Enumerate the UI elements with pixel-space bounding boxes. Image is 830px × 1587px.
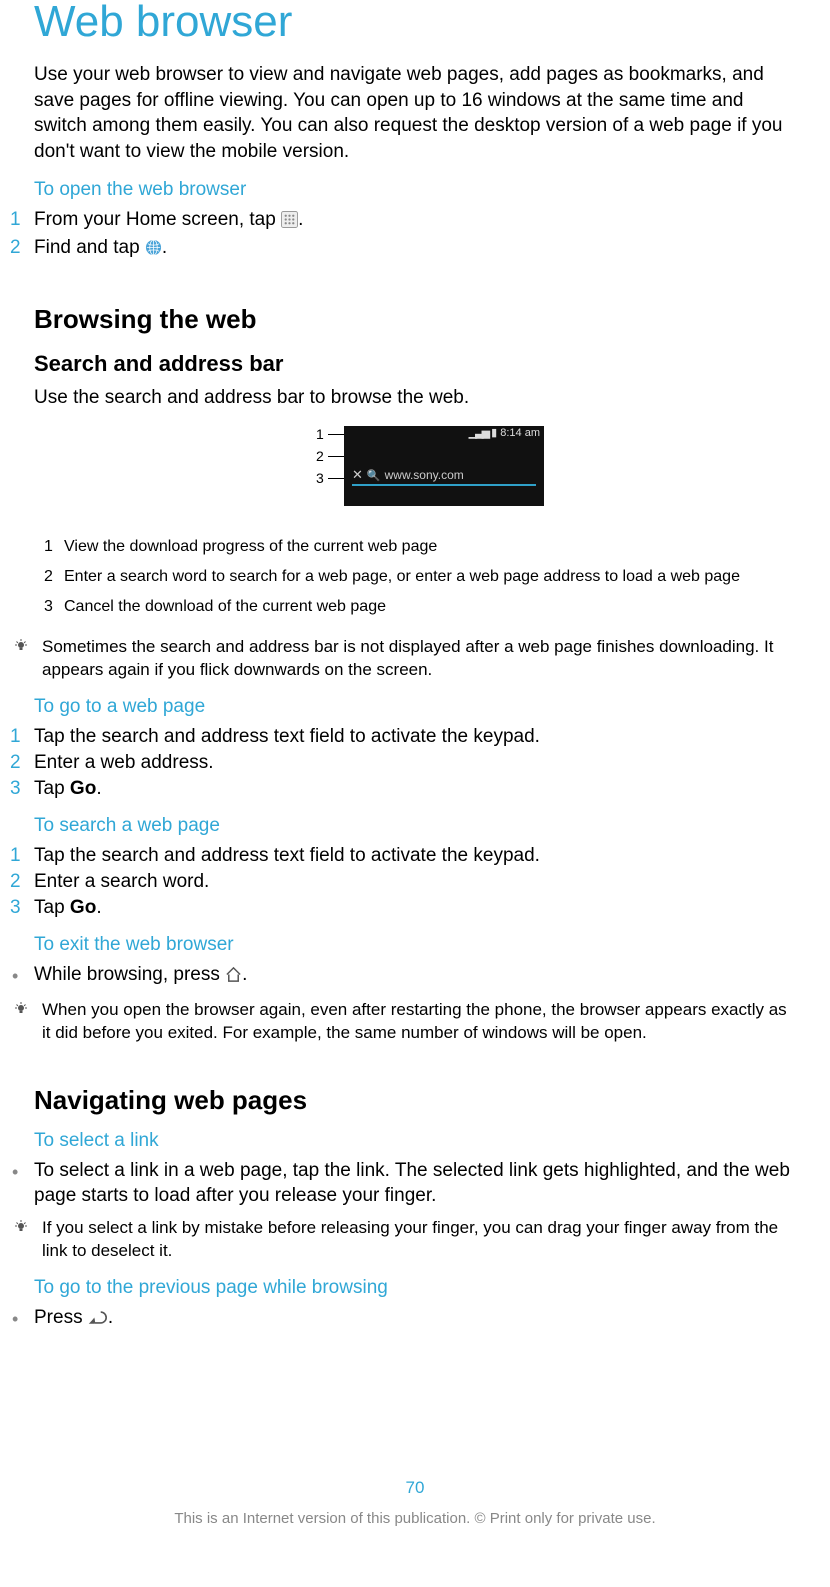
ref-num: 2 [44,568,64,586]
step-number: 1 [10,207,21,233]
address-bar-diagram: 1 2 3 ▁▃▅ ▮ 8:14 am ✕ 🔍 www.sony.com [286,426,544,510]
table-row: 3 Cancel the download of the current web… [44,598,740,616]
go-to-page-heading: To go to a web page [34,696,796,718]
exit-browser-heading: To exit the web browser [34,934,796,956]
tip: Sometimes the search and address bar is … [12,636,796,682]
navigating-heading: Navigating web pages [34,1085,796,1116]
list-item: • To select a link in a web page, tap th… [34,1158,796,1209]
step-text: Find and tap [34,237,145,258]
table-row: 1 View the download progress of the curr… [44,538,740,556]
list-item: 1Tap the search and address text field t… [34,843,796,869]
cancel-load-icon: ✕ [352,467,363,483]
list-item: 1Tap the search and address text field t… [34,724,796,750]
table-row: 2 Enter a search word to search for a we… [44,568,740,586]
search-page-heading: To search a web page [34,815,796,837]
list-item: • Press . [34,1305,796,1334]
lightbulb-icon [12,999,30,1045]
list-item: 2Enter a web address. [34,750,796,776]
search-icon: 🔍 [367,469,381,482]
footer: 70 This is an Internet version of this p… [0,1478,830,1527]
ref-text: Enter a search word to search for a web … [64,568,740,586]
list-item: 2 Find and tap . [34,235,796,264]
reference-table: 1 View the download progress of the curr… [44,526,740,628]
ref-text: Cancel the download of the current web p… [64,598,740,616]
address-text: www.sony.com [385,468,464,482]
tip: When you open the browser again, even af… [12,999,796,1045]
battery-icon: ▮ [491,427,497,439]
ref-num: 3 [44,598,64,616]
page-title: Web browser [34,0,796,44]
select-link-heading: To select a link [34,1130,796,1152]
tip-text: When you open the browser again, even af… [42,999,796,1045]
list-item: 2Enter a search word. [34,869,796,895]
tip-text: If you select a link by mistake before r… [42,1217,796,1263]
ref-num: 1 [44,538,64,556]
diagram-label: 2 [316,448,324,464]
bullet-icon: • [12,1307,18,1331]
signal-icon: ▁▃▅ [469,427,488,439]
page-number: 70 [0,1478,830,1498]
tip-text: Sometimes the search and address bar is … [42,636,796,682]
home-icon [225,965,242,991]
legal-text: This is an Internet version of this publ… [0,1510,830,1527]
lightbulb-icon [12,636,30,682]
list-item: 3Tap Go. [34,895,796,921]
lightbulb-icon [12,1217,30,1263]
prev-page-heading: To go to the previous page while browsin… [34,1277,796,1299]
apps-grid-icon [281,210,298,236]
step-number: 2 [10,235,21,261]
tip: If you select a link by mistake before r… [12,1217,796,1263]
search-bar-heading: Search and address bar [34,351,796,377]
ref-text: View the download progress of the curren… [64,538,740,556]
status-bar: ▁▃▅ ▮ 8:14 am [469,426,540,439]
bullet-icon: • [12,964,18,988]
list-item: 1 From your Home screen, tap . [34,207,796,236]
open-browser-heading: To open the web browser [34,179,796,201]
search-bar-desc: Use the search and address bar to browse… [34,385,796,411]
list-item: 3Tap Go. [34,776,796,802]
diagram-label: 1 [316,426,324,442]
list-item: • While browsing, press . [34,962,796,991]
status-time: 8:14 am [500,427,540,439]
bullet-icon: • [12,1160,18,1184]
step-text: From your Home screen, tap [34,209,281,230]
back-icon [88,1308,108,1334]
diagram-label: 3 [316,470,324,486]
browsing-heading: Browsing the web [34,304,796,335]
intro-text: Use your web browser to view and navigat… [34,62,796,165]
globe-icon [145,238,162,264]
